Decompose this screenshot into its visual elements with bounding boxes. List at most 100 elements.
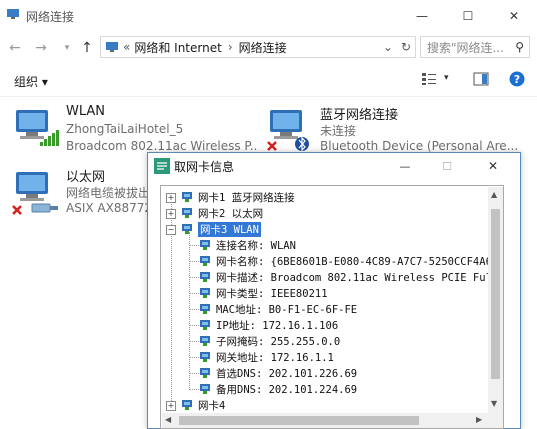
detail-preferred-dns[interactable]: 首选DNS: 202.101.226.69: [199, 365, 357, 381]
scroll-up-arrow-icon[interactable]: ▲: [491, 190, 497, 199]
tree-node-card4[interactable]: 网卡4: [181, 397, 225, 413]
network-card-icon: [182, 400, 192, 410]
ethernet-adapter-icon: [12, 172, 58, 215]
detail-adapter-description[interactable]: 网卡描述: Broadcom 802.11ac Wireless PCIE Fu…: [199, 269, 492, 285]
app-icon: [154, 158, 170, 174]
adapter-name: WLAN: [66, 104, 106, 119]
breadcrumb-separator-icon: ›: [227, 40, 233, 54]
info-item-icon: [200, 272, 210, 282]
tree-connector: [189, 373, 199, 374]
adapter-name: 以太网: [66, 170, 106, 185]
network-connections-icon: [7, 9, 19, 19]
info-item-icon: [200, 320, 210, 330]
dialog-minimize-button[interactable]: —: [382, 153, 428, 179]
detail-mac-address[interactable]: MAC地址: B0-F1-EC-6F-FE: [199, 301, 357, 317]
search-icon: ⚲: [515, 40, 524, 54]
tree-connector: [189, 293, 199, 294]
scrollbar-corner: [488, 413, 503, 428]
info-item-icon: [200, 352, 210, 362]
wireless-adapter-icon: [16, 110, 59, 146]
address-box[interactable]: « 网络和 Internet › 网络连接 ⌄ ↻: [100, 36, 416, 58]
info-item-icon: [200, 240, 210, 250]
adapter-status: 网络电缆被拔出: [66, 186, 148, 200]
adapter-device: Broadcom 802.11ac Wireless P...: [66, 139, 256, 153]
forward-arrow-icon[interactable]: →: [32, 38, 50, 58]
tree-connector: [189, 309, 199, 310]
help-icon[interactable]: ?: [509, 71, 525, 87]
tree-connector: [189, 325, 199, 326]
dialog-maximize-button[interactable]: ☐: [424, 153, 470, 179]
tree-connector: [189, 357, 199, 358]
detail-adapter-name[interactable]: 网卡名称: {6BE8601B-E080-4C89-A7C7-5250CCF4A…: [199, 253, 492, 269]
detail-adapter-type[interactable]: 网卡类型: IEEE80211: [199, 285, 328, 301]
tree-node-card3[interactable]: 网卡3 WLAN: [181, 221, 261, 237]
detail-alternate-dns[interactable]: 备用DNS: 202.101.224.69: [199, 381, 357, 397]
command-bar: [0, 64, 537, 97]
adapter-status: ZhongTaiLaiHotel_5: [66, 122, 184, 136]
scroll-down-arrow-icon[interactable]: ▼: [491, 399, 497, 408]
search-placeholder: 搜索"网络连...: [427, 40, 504, 55]
network-card-icon: [182, 224, 192, 234]
vertical-scroll-thumb[interactable]: [491, 209, 500, 379]
info-item-icon: [200, 336, 210, 346]
collapse-toggle[interactable]: −: [166, 225, 176, 235]
refresh-icon[interactable]: ↻: [397, 40, 415, 54]
scroll-left-arrow-icon[interactable]: ◀: [165, 415, 171, 424]
close-button[interactable]: ✕: [491, 0, 537, 32]
address-dropdown-icon[interactable]: ⌄: [379, 40, 397, 54]
breadcrumb-overflow[interactable]: «: [123, 40, 130, 54]
info-item-icon: [200, 384, 210, 394]
change-view-icon[interactable]: [421, 72, 437, 86]
detail-connection-name[interactable]: 连接名称: WLAN: [199, 237, 296, 253]
adapter-ethernet[interactable]: 以太网 网络电缆被拔出 ASIX AX88772...: [10, 166, 150, 220]
search-input[interactable]: 搜索"网络连... ⚲: [420, 36, 530, 58]
tree-connector: [189, 277, 199, 278]
dialog-close-button[interactable]: ✕: [470, 153, 516, 179]
network-card-icon: [182, 192, 192, 202]
svg-text:?: ?: [514, 73, 520, 86]
organize-menu-button[interactable]: 组织 ▾: [14, 73, 48, 90]
adapter-device: ASIX AX88772...: [66, 201, 148, 215]
info-item-icon: [200, 304, 210, 314]
vertical-scrollbar[interactable]: ▲ ▼: [488, 187, 503, 413]
expand-toggle[interactable]: +: [166, 209, 176, 219]
adapter-bluetooth[interactable]: 蓝牙网络连接 未连接 Bluetooth Device (Personal Ar…: [264, 104, 534, 153]
tree-connector: [189, 245, 199, 246]
back-arrow-icon[interactable]: ←: [6, 38, 24, 58]
view-options-dropdown-icon[interactable]: ▾: [444, 73, 449, 83]
up-arrow-icon[interactable]: ↑: [78, 38, 96, 58]
detail-subnet-mask[interactable]: 子网掩码: 255.255.0.0: [199, 333, 340, 349]
horizontal-scroll-thumb[interactable]: [179, 416, 419, 425]
minimize-button[interactable]: —: [399, 0, 445, 32]
horizontal-scrollbar[interactable]: ◀ ▶: [162, 413, 488, 428]
scroll-right-arrow-icon[interactable]: ▶: [476, 415, 482, 424]
expand-toggle[interactable]: +: [166, 193, 176, 203]
breadcrumb-network-internet[interactable]: 网络和 Internet: [134, 39, 221, 56]
nic-info-dialog: 取网卡信息 — ☐ ✕ + 网卡1 蓝牙网络连接 + 网卡2 以太网 − 网卡3…: [147, 152, 521, 429]
breadcrumb-network-connections[interactable]: 网络连接: [239, 39, 287, 56]
adapter-name: 蓝牙网络连接: [320, 108, 399, 123]
tree-connector: [189, 261, 199, 262]
control-panel-icon: [106, 42, 118, 52]
tree-connector: [189, 232, 190, 390]
tree-connector: [189, 389, 199, 390]
adapter-status: 未连接: [320, 124, 357, 138]
recent-locations-icon[interactable]: ▾: [58, 38, 76, 58]
window-title: 网络连接: [26, 10, 75, 24]
adapter-device: Bluetooth Device (Personal Are...: [320, 139, 519, 153]
detail-gateway[interactable]: 网关地址: 172.16.1.1: [199, 349, 334, 365]
detail-ip-address[interactable]: IP地址: 172.16.1.106: [199, 317, 338, 333]
dialog-title: 取网卡信息: [174, 160, 235, 174]
network-card-icon: [182, 208, 192, 218]
tree-node-card2[interactable]: 网卡2 以太网: [181, 205, 263, 221]
selected-node-label: 网卡3 WLAN: [198, 221, 261, 237]
nic-tree-view[interactable]: + 网卡1 蓝牙网络连接 + 网卡2 以太网 − 网卡3 WLAN 连接名称: …: [160, 185, 504, 429]
tree-node-card1[interactable]: 网卡1 蓝牙网络连接: [181, 189, 295, 205]
expand-toggle[interactable]: +: [166, 401, 176, 411]
preview-pane-icon[interactable]: [473, 72, 489, 86]
info-item-icon: [200, 288, 210, 298]
info-item-icon: [200, 368, 210, 378]
tree-connector: [189, 341, 199, 342]
adapter-wlan[interactable]: WLAN ZhongTaiLaiHotel_5 Broadcom 802.11a…: [10, 104, 260, 153]
maximize-button[interactable]: ☐: [445, 0, 491, 32]
